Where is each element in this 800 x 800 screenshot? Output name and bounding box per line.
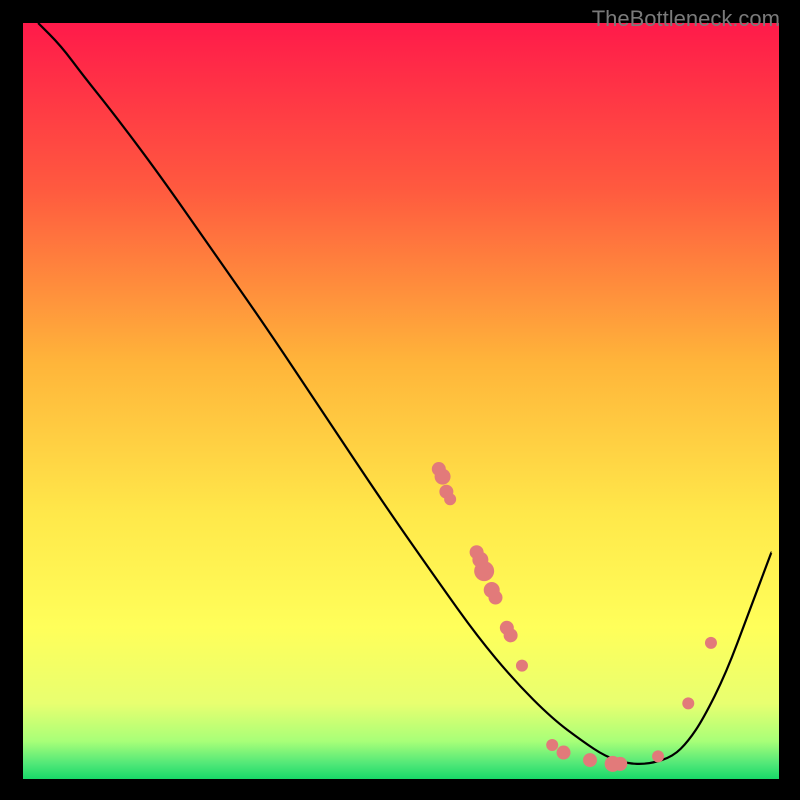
- data-point: [435, 469, 451, 485]
- data-point: [705, 637, 717, 649]
- data-point: [682, 697, 694, 709]
- data-point: [504, 628, 518, 642]
- data-point: [557, 746, 571, 760]
- data-point: [489, 591, 503, 605]
- watermark-text: TheBottleneck.com: [592, 6, 780, 32]
- scatter-points: [23, 23, 779, 779]
- data-point: [613, 757, 627, 771]
- plot-area: [23, 23, 779, 779]
- data-point: [652, 750, 664, 762]
- data-point: [583, 753, 597, 767]
- data-point: [474, 561, 494, 581]
- data-point: [546, 739, 558, 751]
- data-point: [444, 493, 456, 505]
- data-point: [516, 660, 528, 672]
